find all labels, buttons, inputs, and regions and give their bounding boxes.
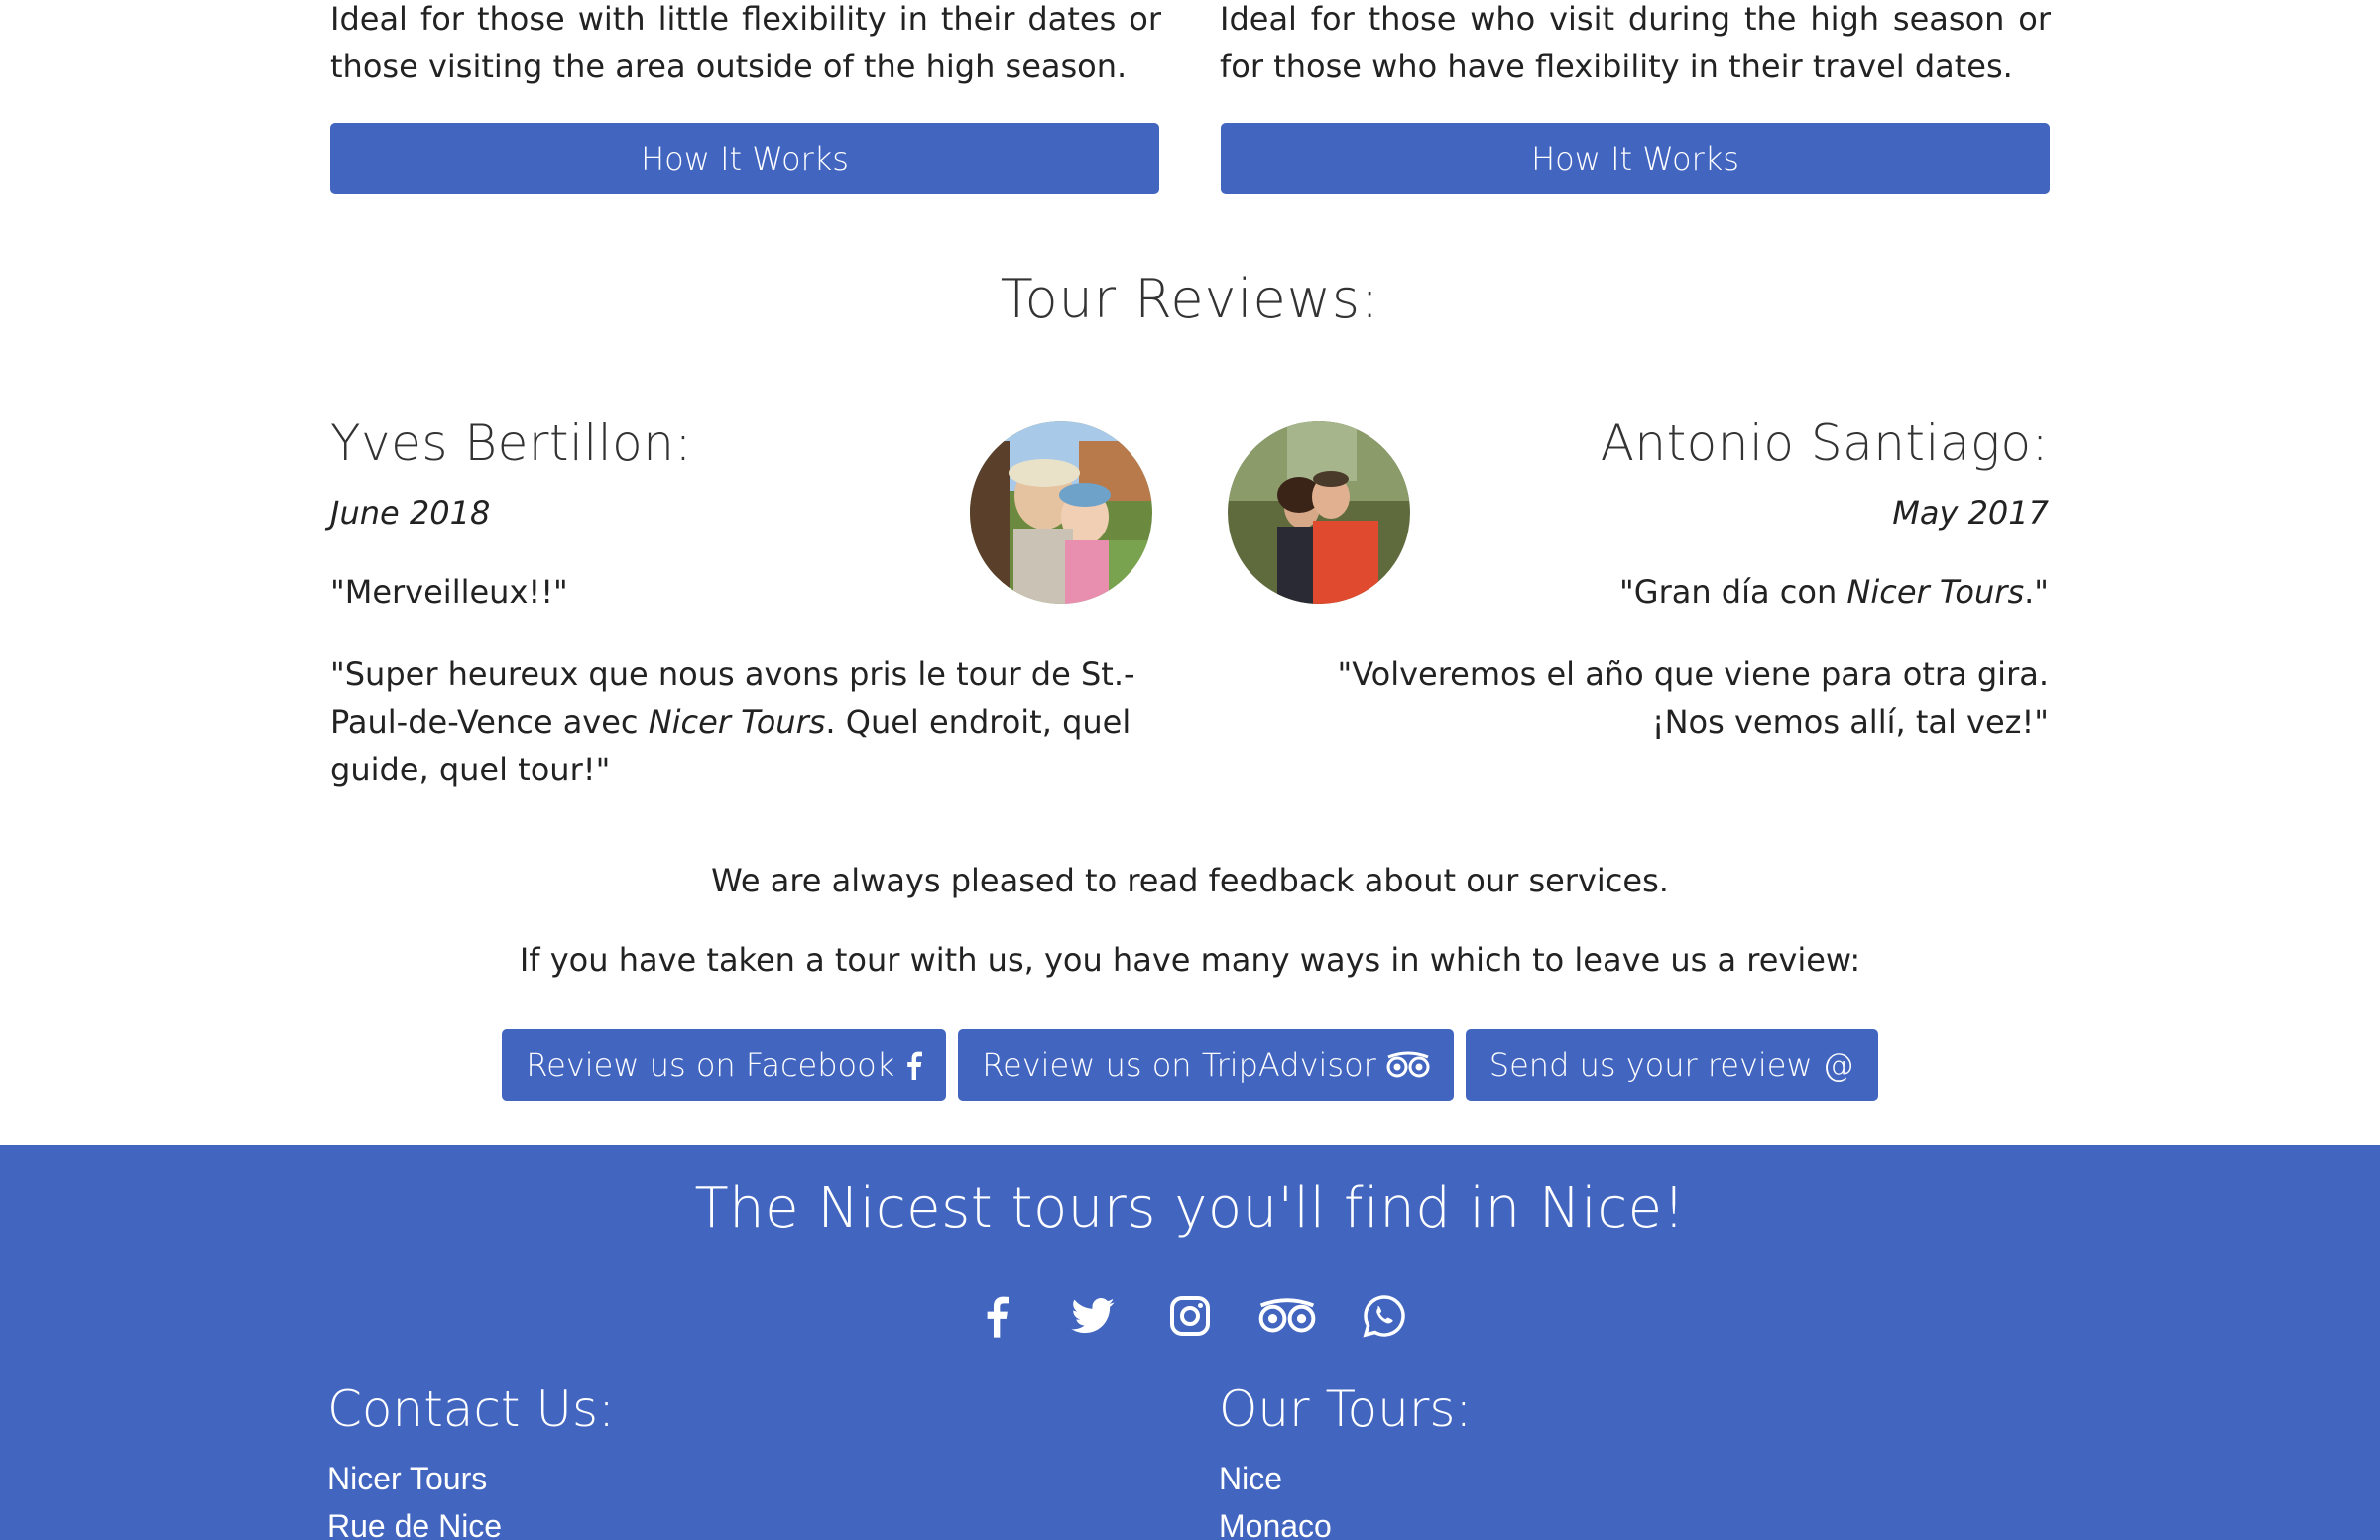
tripadvisor-icon[interactable] bbox=[1258, 1287, 1316, 1345]
at-sign-icon: @ bbox=[1822, 1046, 1854, 1084]
feedback-text: We are always pleased to read feedback a… bbox=[711, 862, 1669, 899]
tour-link-monaco[interactable]: Monaco bbox=[1219, 1502, 1332, 1540]
tour-description-flexible: Ideal for those with little flexibility … bbox=[330, 0, 1161, 85]
review-quote: "Merveilleux!!" bbox=[330, 573, 568, 611]
review-quote-text: ." bbox=[2024, 573, 2049, 611]
whatsapp-icon[interactable] bbox=[1356, 1287, 1413, 1345]
facebook-icon[interactable] bbox=[967, 1287, 1024, 1345]
social-links bbox=[0, 1287, 2380, 1345]
tripadvisor-icon bbox=[1386, 1051, 1430, 1079]
reviewer-avatar bbox=[970, 421, 1152, 604]
send-review-button[interactable]: Send us your review @ bbox=[1465, 1029, 1878, 1101]
reviewer-name: Antonio Santiago: bbox=[1600, 415, 2049, 472]
tour-description-high-season: Ideal for those who visit during the hig… bbox=[1220, 0, 2051, 85]
reviewer-name: Yves Bertillon: bbox=[330, 415, 692, 472]
review-date: June 2018 bbox=[330, 494, 491, 532]
contact-line-company: Nicer Tours bbox=[327, 1461, 488, 1496]
contact-list: Nicer Tours Rue de Nice bbox=[327, 1455, 502, 1540]
how-it-works-button-right[interactable]: How It Works bbox=[1221, 123, 2050, 194]
company-name: Nicer Tours bbox=[648, 703, 826, 741]
reviewer-avatar bbox=[1228, 421, 1410, 604]
review-facebook-button[interactable]: Review us on Facebook bbox=[502, 1029, 947, 1101]
reviews-title: Tour Reviews: bbox=[1000, 268, 1380, 330]
review-quote-text: "Gran día con bbox=[1619, 573, 1847, 611]
review-tripadvisor-button[interactable]: Review us on TripAdvisor bbox=[958, 1029, 1454, 1101]
review-body: "Volveremos el año que viene para otra g… bbox=[1337, 655, 2049, 741]
twitter-icon[interactable] bbox=[1064, 1287, 1122, 1345]
review-buttons: Review us on Facebook Review us on TripA… bbox=[0, 1029, 2380, 1101]
review-tripadvisor-label: Review us on TripAdvisor bbox=[982, 1046, 1376, 1084]
review-facebook-label: Review us on Facebook bbox=[526, 1046, 895, 1084]
tours-list: Nice Monaco bbox=[1219, 1455, 1332, 1540]
review-date: May 2017 bbox=[1892, 494, 2049, 532]
footer: The Nicest tours you'll find in Nice! Co… bbox=[0, 1145, 2380, 1540]
review-invite-text: If you have taken a tour with us, you ha… bbox=[519, 941, 1861, 979]
how-it-works-button-left[interactable]: How It Works bbox=[330, 123, 1159, 194]
tour-link-nice[interactable]: Nice bbox=[1219, 1455, 1332, 1502]
company-name: Nicer Tours bbox=[1846, 573, 2025, 611]
contact-line-street: Rue de Nice bbox=[327, 1508, 503, 1540]
footer-tagline: The Nicest tours you'll find in Nice! bbox=[694, 1176, 1686, 1241]
contact-heading: Contact Us: bbox=[327, 1380, 615, 1438]
tours-heading: Our Tours: bbox=[1219, 1380, 1473, 1438]
review-body: "Super heureux que nous avons pris le to… bbox=[330, 651, 1163, 793]
review-quote: "Gran día con Nicer Tours." bbox=[1619, 573, 2049, 611]
facebook-icon bbox=[904, 1050, 923, 1080]
send-review-label: Send us your review bbox=[1488, 1046, 1813, 1084]
instagram-icon[interactable] bbox=[1161, 1287, 1219, 1345]
